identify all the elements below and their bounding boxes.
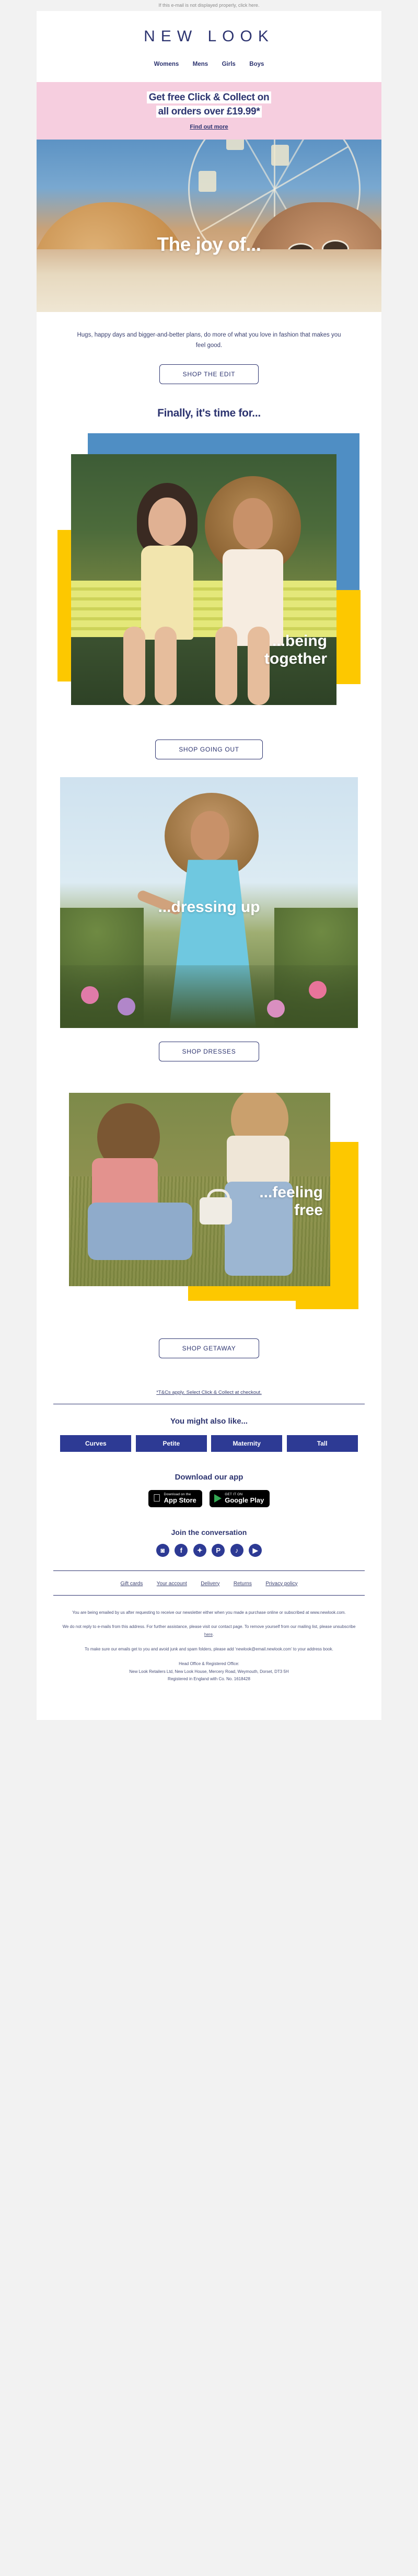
google-play-big-label: Google Play (220, 1496, 264, 1504)
footer-link-returns[interactable]: Returns (234, 1581, 252, 1587)
pinterest-icon[interactable]: P (212, 1543, 225, 1557)
legal-paragraph-3: To make sure our emails get to you and a… (85, 1647, 333, 1652)
google-play-badge[interactable]: GET IT ON Google Play (210, 1490, 270, 1507)
promo-line-1: Get free Click & Collect on (37, 91, 381, 105)
promo-text-on: on (254, 92, 270, 103)
face (233, 498, 273, 550)
legal-paragraph-1: You are being emailed by us after reques… (72, 1610, 346, 1615)
shop-dresses-row: SHOP DRESSES (37, 1028, 381, 1079)
caption-line-1: ...being (272, 632, 327, 650)
collage-being-together[interactable]: ...being together (37, 433, 381, 726)
promo-text-highlight: free Click & Collect (167, 92, 255, 103)
legal-2-after: . (212, 1632, 214, 1637)
promo-line-2: all orders over £19.99* (37, 105, 381, 119)
collage-feeling-free[interactable]: ...feeling free (37, 1079, 381, 1325)
ferris-pod (226, 139, 244, 150)
apple-logo-icon:  (153, 1493, 161, 1504)
collage-caption-feeling-free: ...feeling free (259, 1184, 323, 1219)
footer-link-gift-cards[interactable]: Gift cards (121, 1581, 143, 1587)
footer-links: Gift cards Your account Delivery Returns… (37, 1571, 381, 1595)
google-play-icon (214, 1494, 222, 1503)
bottom-spacer (37, 1689, 381, 1720)
email-body: NEW LOOK Womens Mens Girls Boys Get free… (37, 11, 381, 1720)
unsubscribe-link[interactable]: here (204, 1632, 213, 1637)
category-buttons: Curves Petite Maternity Tall (37, 1435, 381, 1457)
shop-going-out-row: SHOP GOING OUT (37, 726, 381, 777)
face (191, 811, 229, 861)
photo-two-women-bench (71, 454, 336, 706)
nav-item-womens[interactable]: Womens (154, 61, 179, 67)
address-block: Head Office & Registered Office: New Loo… (61, 1660, 357, 1683)
address-line-1: Head Office & Registered Office: (179, 1661, 239, 1666)
blue-jeans (88, 1203, 192, 1261)
promo-find-out-more-link[interactable]: Find out more (190, 124, 228, 130)
caption-line-2: together (264, 650, 327, 667)
promo-text-get: Get (148, 92, 168, 103)
footer-link-your-account[interactable]: Your account (157, 1581, 187, 1587)
download-app-heading: Download our app (175, 1473, 243, 1482)
also-like-heading: You might also like... (170, 1417, 248, 1426)
promo-text-threshold: all orders over £19.99* (156, 105, 262, 118)
photo-dressing-up[interactable]: ...dressing up (60, 777, 358, 1029)
address-line-2: New Look Retailers Ltd, New Look House, … (129, 1669, 289, 1674)
tiktok-icon[interactable]: ♪ (230, 1543, 243, 1557)
shop-the-edit-row: SHOP THE EDIT (37, 351, 381, 402)
facebook-icon[interactable]: f (175, 1543, 188, 1557)
section-heading-finally: Finally, it's time for... (157, 407, 261, 420)
legal-paragraph-2: We do not reply to e-mails from this add… (61, 1623, 357, 1639)
shop-going-out-button[interactable]: SHOP GOING OUT (155, 740, 263, 760)
category-button-tall[interactable]: Tall (286, 1435, 358, 1452)
join-conversation-heading: Join the conversation (171, 1528, 247, 1537)
caption-dressing-up: ...dressing up (158, 898, 260, 916)
category-button-maternity[interactable]: Maternity (211, 1435, 283, 1452)
preheader-text[interactable]: If this e-mail is not displayed properly… (0, 0, 418, 11)
collage-caption-being-together: ...being together (264, 632, 327, 667)
caption-line-2: free (294, 1201, 323, 1219)
nav-item-boys[interactable]: Boys (249, 61, 264, 67)
intro-copy: Hugs, happy days and bigger-and-better p… (77, 331, 341, 349)
shop-dresses-button[interactable]: SHOP DRESSES (158, 1042, 260, 1062)
footer-link-privacy-policy[interactable]: Privacy policy (265, 1581, 297, 1587)
social-icons-row: ◙ f ✦ P ♪ ▶ (37, 1543, 381, 1570)
flower-bed (60, 965, 358, 1029)
youtube-icon[interactable]: ▶ (249, 1543, 262, 1557)
brand-logo[interactable]: NEW LOOK (37, 28, 381, 45)
hero-caption: The joy of... (157, 233, 261, 255)
ferris-pod (199, 170, 217, 192)
model-sitting (85, 1103, 192, 1261)
face (148, 498, 186, 546)
floral-dress-detail (37, 249, 381, 312)
yellow-cami-top (141, 546, 193, 640)
shop-getaway-button[interactable]: SHOP GETAWAY (158, 1338, 260, 1359)
app-store-big-label: App Store (160, 1496, 196, 1505)
legal-text: You are being emailed by us after reques… (37, 1596, 381, 1689)
legal-2-before: We do not reply to e-mails from this add… (62, 1624, 356, 1630)
lace-top (227, 1136, 289, 1186)
nav-item-girls[interactable]: Girls (222, 61, 236, 67)
shop-the-edit-button[interactable]: SHOP THE EDIT (159, 364, 259, 385)
instagram-icon[interactable]: ◙ (156, 1543, 169, 1557)
footer-link-delivery[interactable]: Delivery (201, 1581, 219, 1587)
terms-and-conditions-link[interactable]: *T&Cs apply. Select Click & Collect at c… (37, 1376, 381, 1404)
hero-image-joy-of[interactable]: The joy of... (37, 139, 381, 312)
category-button-petite[interactable]: Petite (135, 1435, 207, 1452)
caption-line-1: ...feeling (259, 1184, 323, 1202)
address-line-3: Registered in England with Co. No. 16184… (168, 1677, 250, 1682)
ferris-pod (271, 144, 289, 166)
main-navigation: Womens Mens Girls Boys (37, 56, 381, 82)
app-store-badge[interactable]:  Download on the App Store (148, 1490, 202, 1507)
shop-getaway-row: SHOP GETAWAY (37, 1325, 381, 1376)
app-store-badges:  Download on the App Store GET IT ON Go… (37, 1490, 381, 1512)
white-handbag (200, 1189, 232, 1225)
brand-header: NEW LOOK (37, 11, 381, 56)
promo-banner: Get free Click & Collect on all orders o… (37, 82, 381, 140)
category-button-curves[interactable]: Curves (60, 1435, 132, 1452)
twitter-icon[interactable]: ✦ (193, 1543, 206, 1557)
nav-item-mens[interactable]: Mens (193, 61, 208, 67)
